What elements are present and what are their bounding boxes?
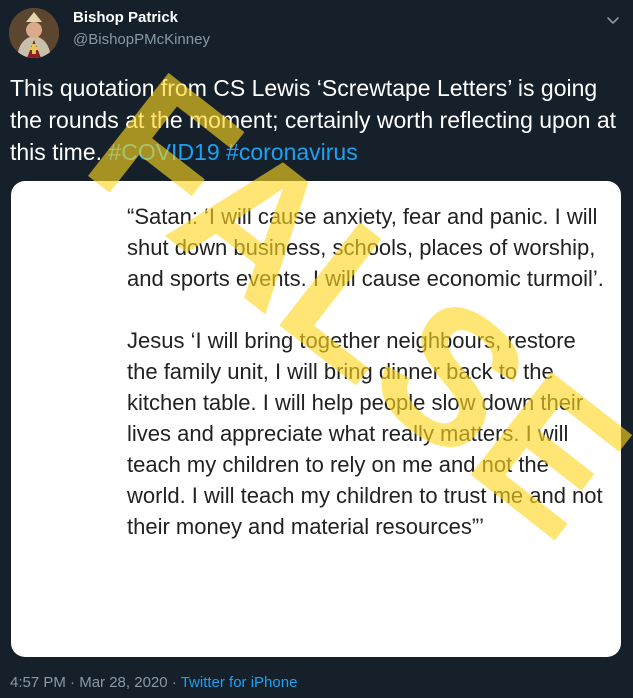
chevron-down-icon[interactable] (605, 12, 621, 28)
meta-separator: · (70, 674, 76, 691)
author-display-name[interactable]: Bishop Patrick (73, 9, 178, 26)
quote-text: “Satan: ‘I will cause anxiety, fear and … (127, 201, 607, 573)
meta-separator: · (171, 674, 177, 691)
hashtag-coronavirus[interactable]: #coronavirus (226, 139, 358, 165)
hashtag-covid19[interactable]: #COVID19 (108, 139, 219, 165)
tweet-metadata: 4:57 PM · Mar 28, 2020 · Twitter for iPh… (10, 674, 297, 691)
tweet-time[interactable]: 4:57 PM (10, 674, 66, 691)
tweet-text: This quotation from CS Lewis ‘Screwtape … (10, 72, 622, 168)
media-image[interactable]: “Satan: ‘I will cause anxiety, fear and … (11, 181, 621, 657)
author-handle[interactable]: @BishopPMcKinney (73, 31, 210, 48)
quote-paragraph-jesus: Jesus ‘I will bring together neighbours,… (127, 328, 603, 539)
avatar-image (9, 8, 59, 58)
avatar[interactable] (9, 8, 59, 58)
tweet-source-link[interactable]: Twitter for iPhone (181, 674, 298, 691)
tweet: Bishop Patrick @BishopPMcKinney This quo… (0, 0, 633, 698)
quote-paragraph-satan: “Satan: ‘I will cause anxiety, fear and … (127, 204, 604, 291)
tweet-date[interactable]: Mar 28, 2020 (79, 674, 167, 691)
